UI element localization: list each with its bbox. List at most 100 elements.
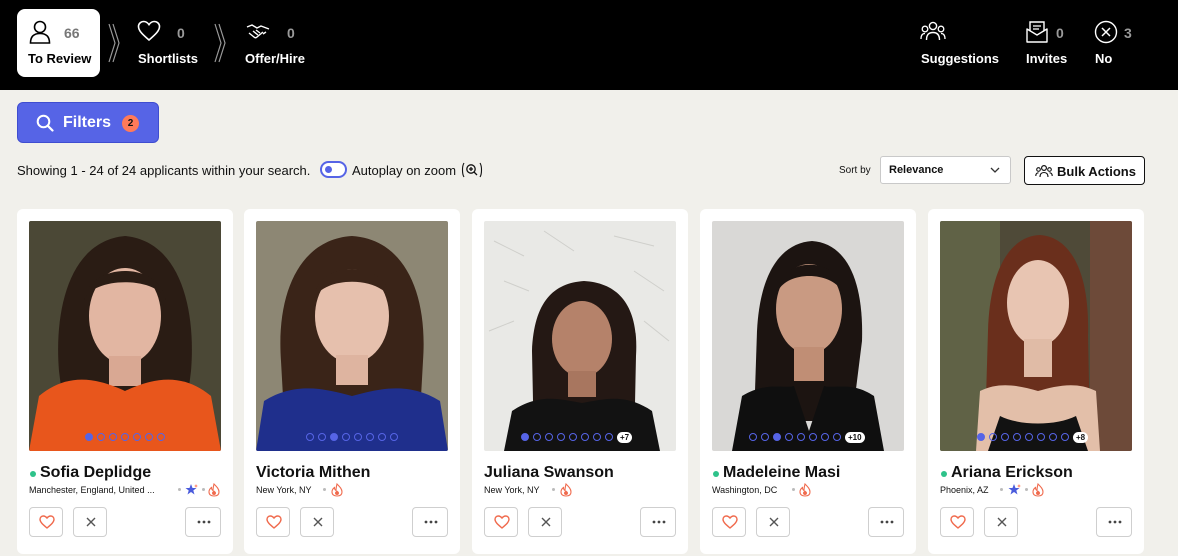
featured-star-icon [185, 484, 198, 495]
photo-dot[interactable] [821, 433, 829, 441]
more-options-button[interactable] [185, 507, 221, 537]
online-indicator [30, 471, 36, 477]
photo-dot[interactable] [85, 433, 93, 441]
photo-dot[interactable] [1025, 433, 1033, 441]
shortlist-button[interactable] [484, 507, 518, 537]
ellipsis-icon [424, 520, 438, 524]
applicant-card[interactable]: Victoria Mithen New York, NY [244, 209, 460, 554]
photo-dot[interactable] [133, 433, 141, 441]
more-options-button[interactable] [412, 507, 448, 537]
photo-dot[interactable] [569, 433, 577, 441]
photo-dot[interactable] [1037, 433, 1045, 441]
separator-dot [1000, 488, 1003, 491]
photo-dot[interactable] [521, 433, 529, 441]
photo-dot[interactable] [97, 433, 105, 441]
photo-dot[interactable] [1001, 433, 1009, 441]
photo-dot[interactable] [989, 433, 997, 441]
applicant-name[interactable]: Sofia Deplidge [40, 464, 151, 482]
photo-dot[interactable] [121, 433, 129, 441]
photo-dot[interactable] [390, 433, 398, 441]
photo-dot[interactable] [749, 433, 757, 441]
photo-dot[interactable] [785, 433, 793, 441]
heart-icon [722, 515, 738, 529]
reject-button[interactable] [300, 507, 334, 537]
applicant-name[interactable]: Ariana Erickson [951, 464, 1073, 482]
bulk-actions-button[interactable]: Bulk Actions [1024, 156, 1145, 185]
photo-dot[interactable] [533, 433, 541, 441]
photo-dot[interactable] [109, 433, 117, 441]
photo-dot[interactable] [833, 433, 841, 441]
close-icon [997, 517, 1007, 527]
applicant-photo[interactable] [29, 221, 221, 451]
stage-suggestions[interactable]: Suggestions [916, 0, 1000, 90]
suggestions-label: Suggestions [921, 51, 1000, 66]
offer-hire-label: Offer/Hire [245, 51, 305, 66]
shortlist-button[interactable] [940, 507, 974, 537]
stage-no[interactable]: 3 No [1093, 0, 1139, 90]
ellipsis-icon [197, 520, 211, 524]
applicant-photo[interactable]: +10 [712, 221, 904, 451]
applicant-photo[interactable]: +7 [484, 221, 676, 451]
applicant-name[interactable]: Victoria Mithen [256, 464, 370, 482]
ellipsis-icon [1108, 520, 1122, 524]
photo-dot[interactable] [773, 433, 781, 441]
sort-value: Relevance [889, 164, 944, 176]
zoom-in-icon [461, 162, 483, 178]
photo-dot[interactable] [378, 433, 386, 441]
reject-button[interactable] [756, 507, 790, 537]
ellipsis-icon [880, 520, 894, 524]
reject-button[interactable] [528, 507, 562, 537]
photo-dot[interactable] [1049, 433, 1057, 441]
photo-dot[interactable] [306, 433, 314, 441]
photo-dot[interactable] [354, 433, 362, 441]
stage-offer-hire[interactable]: 0 Offer/Hire [238, 0, 318, 90]
fire-icon [1032, 483, 1044, 497]
photo-dot[interactable] [977, 433, 985, 441]
photo-dot[interactable] [157, 433, 165, 441]
applicant-card[interactable]: +10 Madeleine Masi Washington, DC [700, 209, 916, 554]
applicant-photo[interactable] [256, 221, 448, 451]
photo-dot[interactable] [330, 433, 338, 441]
applicant-photo[interactable]: +8 [940, 221, 1132, 451]
photo-dot[interactable] [557, 433, 565, 441]
shortlist-button[interactable] [256, 507, 290, 537]
photo-dot[interactable] [761, 433, 769, 441]
more-options-button[interactable] [868, 507, 904, 537]
to-review-count: 66 [64, 25, 80, 41]
reject-button[interactable] [73, 507, 107, 537]
photo-dot[interactable] [1061, 433, 1069, 441]
photo-dot[interactable] [145, 433, 153, 441]
photo-dot[interactable] [1013, 433, 1021, 441]
applicant-card[interactable]: Sofia Deplidge Manchester, England, Unit… [17, 209, 233, 554]
photo-dot[interactable] [318, 433, 326, 441]
shortlist-button[interactable] [29, 507, 63, 537]
more-options-button[interactable] [640, 507, 676, 537]
photo-dot[interactable] [797, 433, 805, 441]
sort-by-label: Sort by [839, 165, 871, 176]
shortlist-button[interactable] [712, 507, 746, 537]
separator-dot [178, 488, 181, 491]
reject-button[interactable] [984, 507, 1018, 537]
photo-dot[interactable] [366, 433, 374, 441]
stage-to-review[interactable]: 66 To Review [17, 9, 100, 77]
stage-invites[interactable]: 0 Invites [1022, 0, 1074, 90]
photo-dot[interactable] [593, 433, 601, 441]
applicant-name[interactable]: Juliana Swanson [484, 464, 614, 482]
close-icon [86, 517, 96, 527]
applicant-card[interactable]: +8 Ariana Erickson Phoenix, AZ [928, 209, 1144, 554]
more-options-button[interactable] [1096, 507, 1132, 537]
sort-select[interactable]: Relevance [880, 156, 1011, 184]
photo-dot[interactable] [545, 433, 553, 441]
stage-shortlists[interactable]: 0 Shortlists [130, 0, 210, 90]
photo-dot[interactable] [342, 433, 350, 441]
fire-icon [560, 483, 572, 497]
applicant-location: New York, NY [256, 485, 312, 495]
online-indicator [941, 471, 947, 477]
photo-dot[interactable] [605, 433, 613, 441]
applicant-card[interactable]: +7 Juliana Swanson New York, NY [472, 209, 688, 554]
filters-button[interactable]: Filters 2 [17, 102, 159, 143]
autoplay-toggle[interactable] [320, 161, 347, 178]
photo-dot[interactable] [581, 433, 589, 441]
applicant-name[interactable]: Madeleine Masi [723, 464, 840, 482]
photo-dot[interactable] [809, 433, 817, 441]
